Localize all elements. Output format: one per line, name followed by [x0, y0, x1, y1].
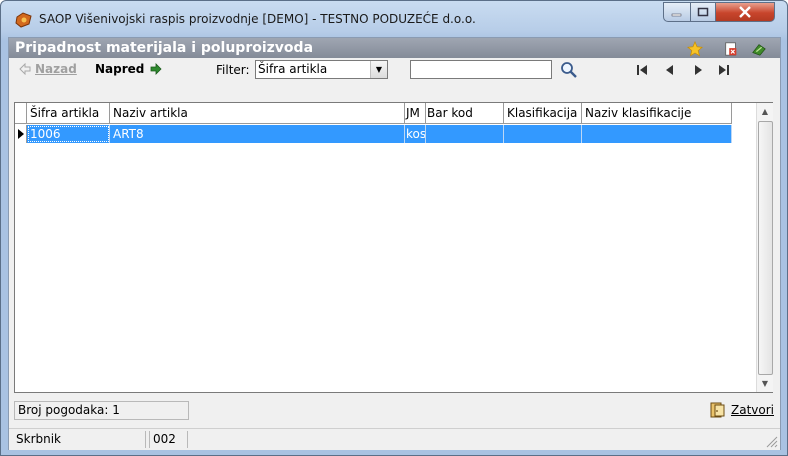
close-button[interactable]: Zatvori [709, 402, 774, 418]
grid-header: Šifra artikla Naziv artikla JM Bar kod K… [15, 103, 755, 125]
table-cell[interactable]: kos [405, 125, 426, 143]
maximize-icon [697, 7, 709, 17]
scroll-thumb[interactable] [758, 121, 773, 375]
vertical-scrollbar[interactable]: ▲ ▼ [756, 103, 773, 392]
minimize-icon [671, 13, 682, 17]
app-logo-icon [15, 12, 32, 28]
close-window-button[interactable] [715, 2, 775, 22]
status-user: Skrbnik [13, 431, 146, 448]
table-cell[interactable]: 1006 [27, 125, 110, 143]
table-row[interactable]: 1006 ART8 kos [15, 125, 755, 143]
status-code: 002 [149, 431, 188, 448]
scroll-down-icon[interactable]: ▼ [757, 375, 773, 392]
results-count: Broj pogodaka: 1 [14, 401, 189, 420]
status-bar: Skrbnik 002 [9, 428, 780, 450]
arrow-left-icon [19, 63, 31, 75]
title-bar[interactable]: SAOP Višenivojski raspis proizvodnje [DE… [1, 1, 787, 37]
minimize-button[interactable] [663, 2, 691, 22]
last-record-icon[interactable] [715, 61, 733, 79]
star-icon[interactable] [686, 41, 704, 57]
first-record-icon[interactable] [633, 61, 651, 79]
column-header[interactable]: Šifra artikla [27, 103, 110, 124]
column-header[interactable]: Bar kod [426, 103, 504, 124]
filter-dropdown[interactable]: Šifra artikla ▼ [255, 60, 388, 79]
column-header[interactable]: Naziv artikla [110, 103, 405, 124]
door-exit-icon [710, 402, 725, 418]
forward-label: Napred [95, 62, 145, 76]
forward-button[interactable]: Napred [95, 62, 162, 76]
next-record-icon[interactable] [689, 61, 707, 79]
close-label: Zatvori [731, 403, 774, 417]
exit-icon[interactable] [750, 41, 768, 57]
column-header[interactable]: JM [405, 103, 426, 124]
data-grid: Šifra artikla Naziv artikla JM Bar kod K… [14, 102, 773, 393]
previous-record-icon[interactable] [661, 61, 679, 79]
back-button[interactable]: Nazad [19, 62, 77, 76]
search-icon[interactable] [560, 61, 578, 79]
window-title: SAOP Višenivojski raspis proizvodnje [DE… [39, 12, 476, 26]
app-window: SAOP Višenivojski raspis proizvodnje [DE… [0, 0, 788, 456]
filter-value: Šifra artikla [258, 62, 328, 76]
maximize-button[interactable] [690, 2, 716, 22]
scroll-up-icon[interactable]: ▲ [757, 103, 773, 120]
column-header[interactable]: Naziv klasifikacije [582, 103, 732, 124]
filter-label: Filter: [216, 63, 250, 77]
table-cell[interactable] [504, 125, 582, 143]
form-client-area: Pripadnost materijala i poluproizvoda Na… [8, 37, 781, 450]
delete-document-icon[interactable] [722, 41, 740, 57]
current-row-icon [18, 129, 24, 139]
table-cell[interactable]: ART8 [110, 125, 405, 143]
back-label: Nazad [35, 62, 77, 76]
resize-grip-icon[interactable] [764, 434, 778, 448]
row-selector[interactable] [15, 125, 27, 143]
table-cell[interactable] [582, 125, 732, 143]
dropdown-arrow-icon[interactable]: ▼ [370, 61, 387, 78]
arrow-right-icon [150, 63, 162, 75]
column-header[interactable]: Klasifikacija [504, 103, 582, 124]
close-icon [739, 6, 751, 18]
table-cell[interactable] [426, 125, 504, 143]
row-indicator-header [15, 103, 27, 124]
form-title: Pripadnost materijala i poluproizvoda [9, 38, 780, 58]
toolbar: Nazad Napred Filter: Šifra artikla ▼ [9, 58, 780, 82]
search-input[interactable] [410, 60, 552, 79]
